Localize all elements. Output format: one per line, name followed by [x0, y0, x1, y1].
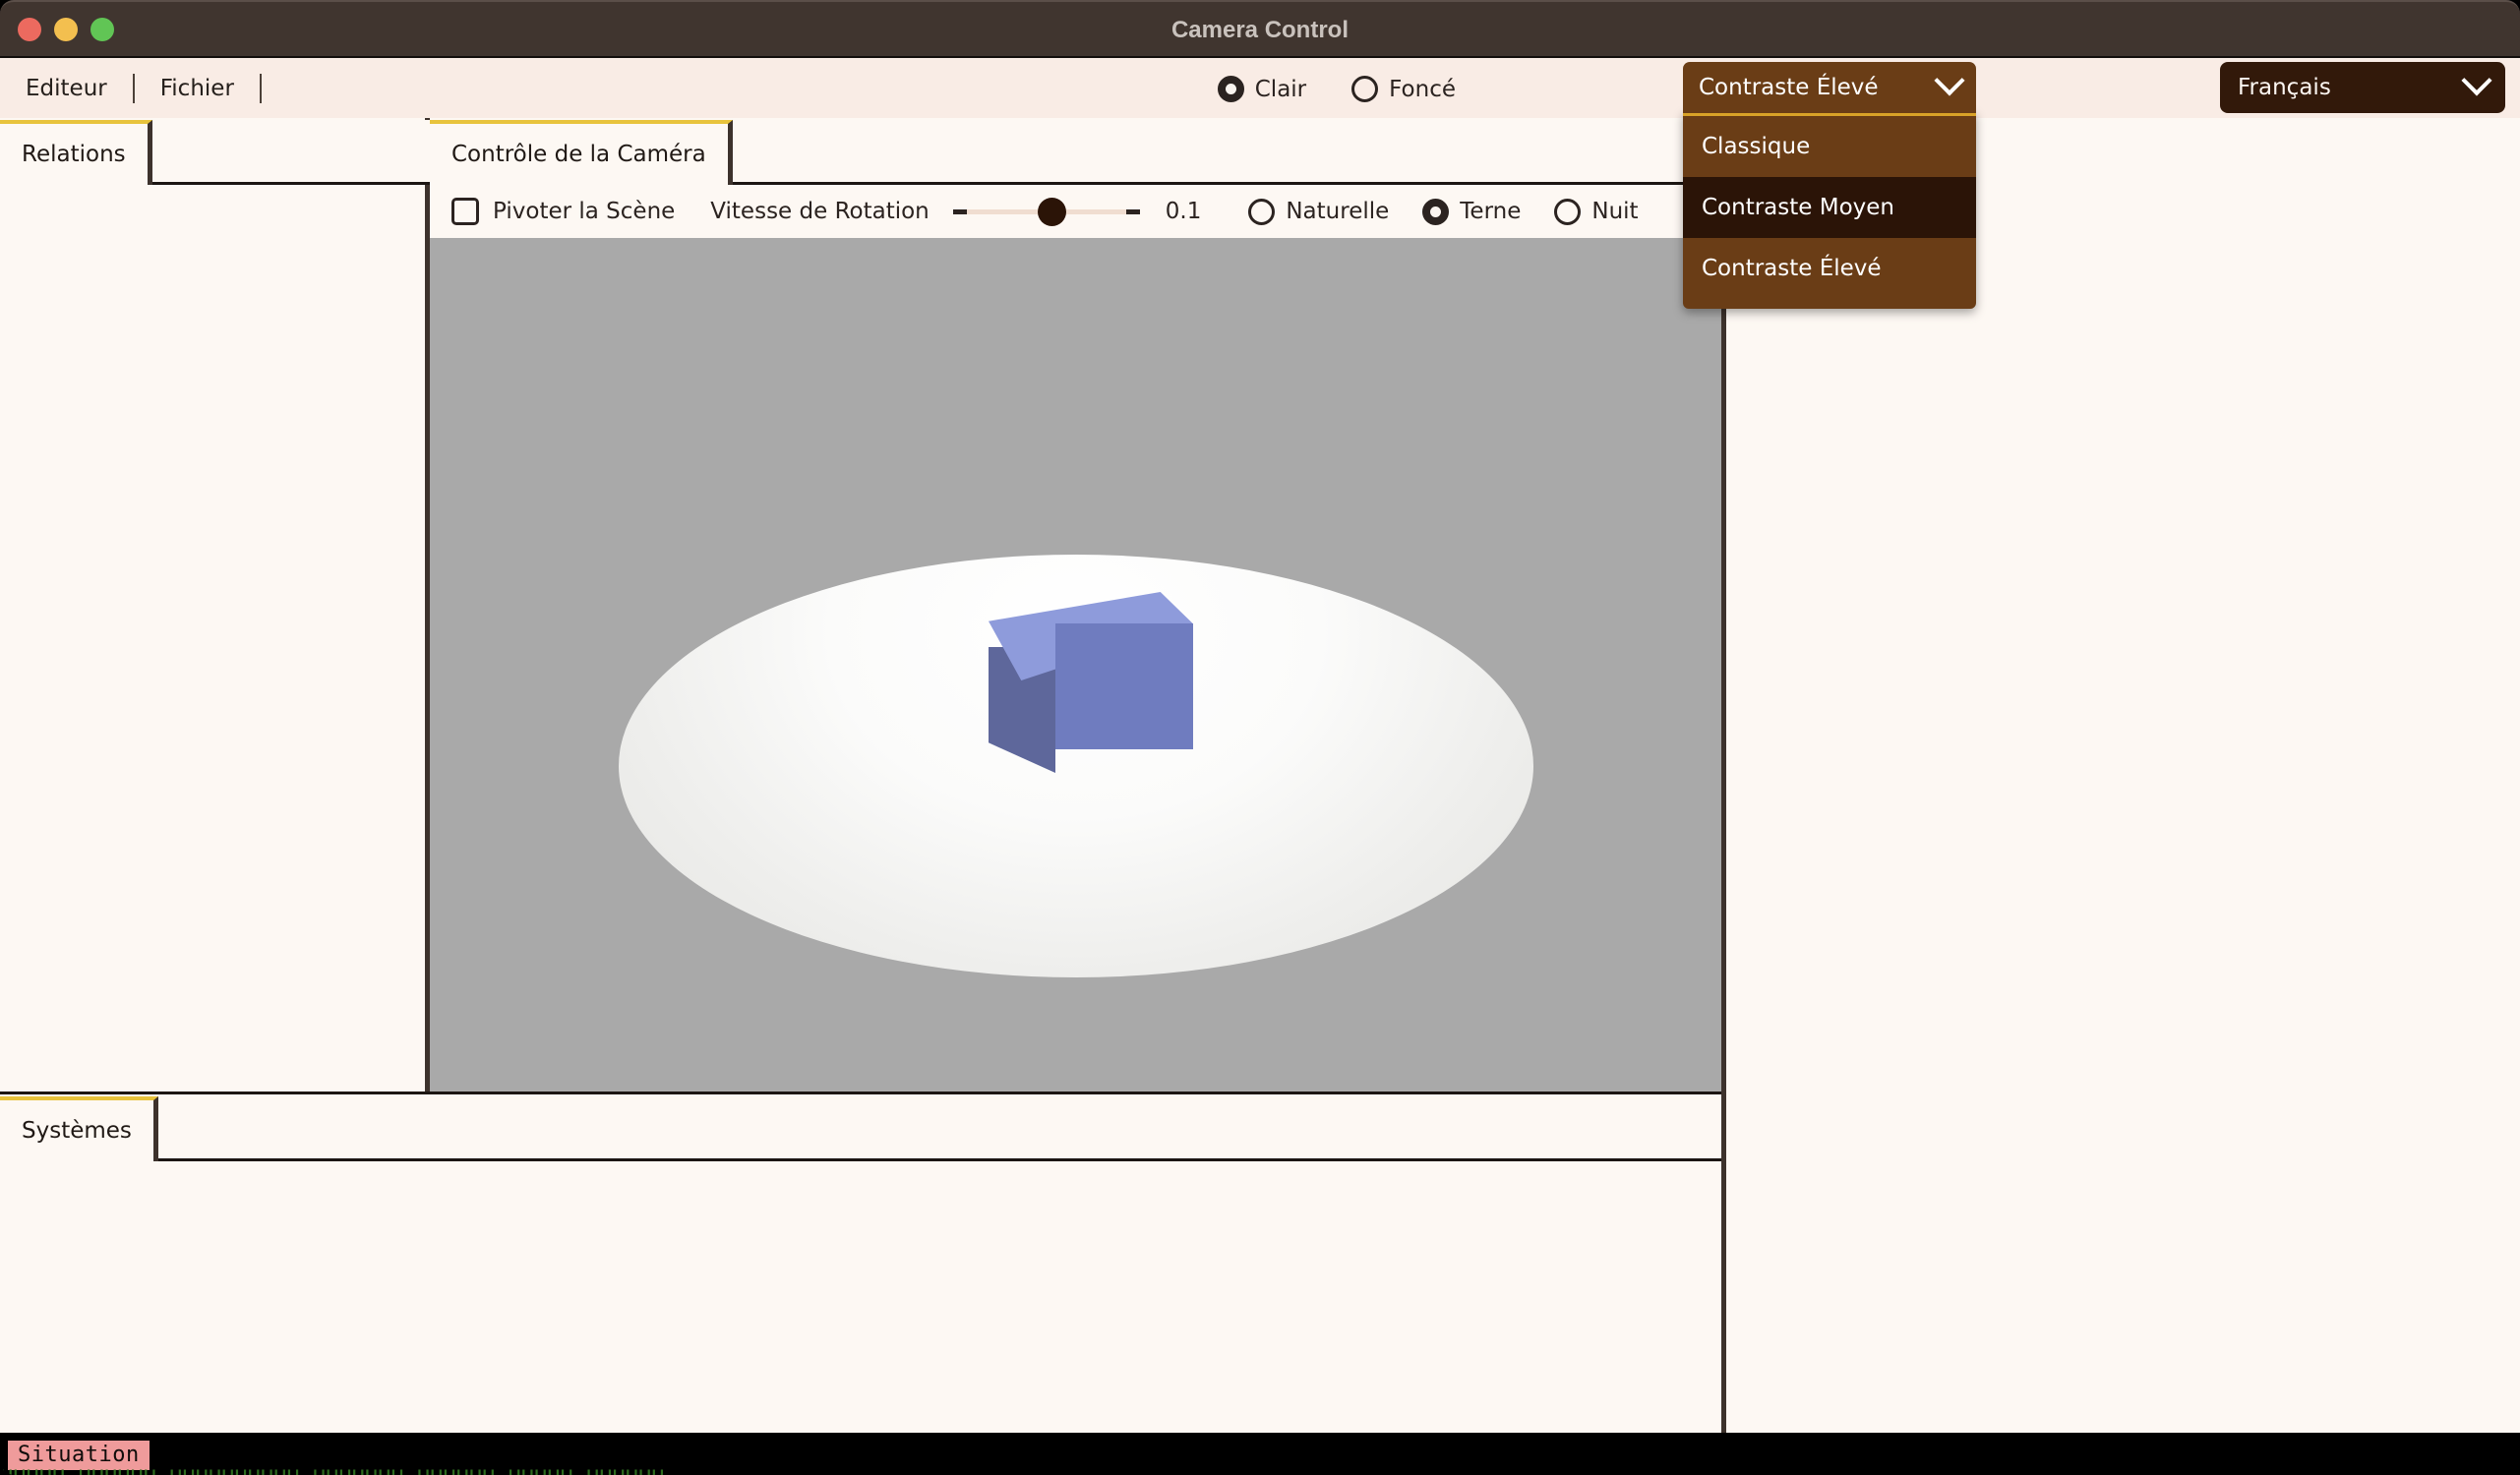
language-dropdown-value: Français [2238, 75, 2466, 100]
language-dropdown[interactable]: Français [2220, 62, 2505, 113]
terminal-output-line: HHHHH HHHHHH HHHHHHHHHH HHHHHHH HHHHHH H… [0, 1467, 2520, 1475]
radio-clair-icon[interactable] [1218, 76, 1244, 102]
theme-mode-clair[interactable]: Clair [1218, 76, 1306, 102]
radio-fonce-icon[interactable] [1351, 76, 1378, 102]
theme-dropdown-menu: Classique Contraste Moyen Contraste Élev… [1683, 111, 1976, 309]
camera-tabstrip: Contrôle de la Caméra [430, 118, 1721, 185]
tab-camera-control[interactable]: Contrôle de la Caméra [430, 120, 733, 185]
menu-item-editeur[interactable]: Editeur [0, 58, 133, 118]
radio-nuit-label: Nuit [1591, 199, 1638, 224]
status-badge: Situation [8, 1441, 150, 1470]
chevron-down-icon [1934, 65, 1964, 95]
radio-terne-icon[interactable] [1422, 199, 1449, 225]
tab-relations[interactable]: Relations [0, 120, 152, 185]
rotate-scene-label: Pivoter la Scène [493, 199, 675, 224]
rotate-scene-checkbox[interactable] [451, 198, 479, 225]
theme-mode-fonce[interactable]: Foncé [1351, 76, 1456, 102]
lighting-option-terne[interactable]: Terne [1422, 199, 1521, 225]
theme-dropdown-button[interactable]: Contraste Élevé [1683, 62, 1976, 116]
menu-divider [260, 74, 262, 103]
application-window: Camera Control Editeur Fichier Clair Fon… [0, 0, 2520, 1475]
menu-bar: Editeur Fichier Clair Foncé [0, 56, 2520, 118]
tab-systemes[interactable]: Systèmes [0, 1096, 158, 1161]
relations-tabstrip: Relations [0, 118, 430, 185]
3d-viewport[interactable] [430, 238, 1721, 1207]
radio-clair-label: Clair [1255, 77, 1306, 102]
radio-nuit-icon[interactable] [1554, 199, 1581, 225]
right-side-panel [1721, 118, 2520, 1433]
window-title: Camera Control [0, 2, 2520, 58]
radio-naturelle-label: Naturelle [1286, 199, 1389, 224]
slider-cap-right [1126, 209, 1140, 214]
tabstrip-filler [158, 1096, 1721, 1161]
workspace: Relations Contrôle de la Caméra Pivoter … [0, 118, 2520, 1433]
radio-terne-label: Terne [1460, 199, 1521, 224]
lighting-option-nuit[interactable]: Nuit [1554, 199, 1638, 225]
systems-panel: Systèmes [0, 1092, 1721, 1433]
theme-mode-group: Clair Foncé [1218, 58, 1456, 120]
systems-tabstrip: Systèmes [0, 1094, 1721, 1161]
camera-control-panel: Contrôle de la Caméra Pivoter la Scène V… [430, 118, 1721, 1092]
rotation-speed-value: 0.1 [1166, 199, 1202, 224]
relations-panel: Relations [0, 118, 430, 1092]
rotation-speed-label: Vitesse de Rotation [710, 199, 929, 224]
radio-naturelle-icon[interactable] [1248, 199, 1275, 225]
tabstrip-filler [733, 120, 1721, 185]
chevron-down-icon [2461, 65, 2491, 95]
window-titlebar: Camera Control [0, 0, 2520, 56]
lighting-option-naturelle[interactable]: Naturelle [1248, 199, 1389, 225]
cube-front-face [1055, 623, 1193, 749]
theme-option-classique[interactable]: Classique [1683, 116, 1976, 177]
tabstrip-filler [152, 120, 430, 185]
rotation-speed-slider[interactable] [953, 198, 1140, 225]
menu-item-fichier[interactable]: Fichier [135, 58, 260, 118]
camera-controls-bar: Pivoter la Scène Vitesse de Rotation 0.1… [430, 185, 1721, 238]
theme-option-contraste-eleve[interactable]: Contraste Élevé [1683, 238, 1976, 299]
slider-knob[interactable] [1038, 198, 1066, 226]
theme-option-contraste-moyen[interactable]: Contraste Moyen [1683, 177, 1976, 238]
status-bar: Situation HHHHH HHHHHH HHHHHHHHHH HHHHHH… [0, 1433, 2520, 1475]
radio-fonce-label: Foncé [1389, 77, 1456, 102]
theme-dropdown-value: Contraste Élevé [1699, 75, 1939, 100]
slider-cap-left [953, 209, 967, 214]
